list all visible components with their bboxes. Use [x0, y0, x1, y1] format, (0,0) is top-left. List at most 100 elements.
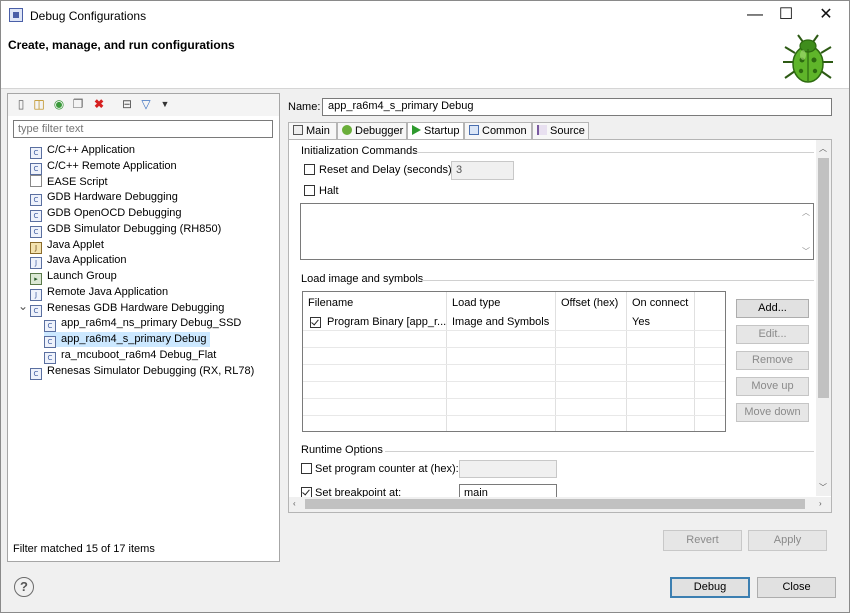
tree-item-label: Renesas Simulator Debugging (RX, RL78)	[47, 365, 255, 377]
reset-delay-input[interactable]: 3	[451, 161, 514, 180]
tree-item-label: EASE Script	[47, 176, 108, 188]
horizontal-scrollbar[interactable]: ‹ ›	[289, 497, 831, 512]
tree-item[interactable]: J Java Applet	[30, 238, 104, 254]
name-field[interactable]: app_ra6m4_s_primary Debug	[322, 98, 832, 116]
new-config-icon[interactable]: ▯	[14, 97, 28, 111]
textarea-scrollbar[interactable]: ︿ ﹀	[800, 205, 812, 258]
debug-button[interactable]: Debug	[670, 577, 750, 598]
tree-child-item[interactable]: Capp_ra6m4_ns_primary Debug_SSD	[44, 316, 241, 332]
tree-item[interactable]: C Renesas Simulator Debugging (RX, RL78)	[30, 364, 255, 380]
minimize-button[interactable]: —	[738, 3, 772, 27]
col-divider	[555, 292, 556, 431]
remote-java-icon: J	[30, 289, 42, 301]
tree-item[interactable]: C Renesas GDB Hardware Debugging	[30, 301, 225, 317]
filter-input[interactable]	[13, 120, 273, 138]
load-image-table: Filename Load type Offset (hex) On conne…	[302, 291, 726, 432]
config-tabs: Main Debugger Startup Common Source	[288, 122, 832, 141]
close-button[interactable]: Close	[757, 577, 836, 598]
tree-item[interactable]: J Remote Java Application	[30, 285, 168, 301]
column-filename[interactable]: Filename	[303, 292, 447, 314]
filter-icon[interactable]: ▽	[139, 97, 153, 111]
banner-title: Create, manage, and run configurations	[8, 38, 235, 52]
tab-label: Startup	[424, 125, 460, 137]
apply-button[interactable]: Apply	[748, 530, 827, 551]
scroll-up-arrow: ︿	[802, 208, 810, 217]
tree-child-item[interactable]: Capp_ra6m4_s_primary Debug	[44, 332, 210, 348]
chevron-down-icon[interactable]: ⌄	[18, 299, 28, 313]
tree-child-item[interactable]: Cra_mcuboot_ra6m4 Debug_Flat	[44, 348, 216, 364]
tab-common[interactable]: Common	[464, 122, 532, 139]
title-bar: Debug Configurations — ☐ ✕	[1, 1, 849, 31]
tree-item-label: Renesas GDB Hardware Debugging	[47, 302, 225, 314]
tree-item[interactable]: ▸ Launch Group	[30, 269, 117, 285]
row-enabled-checkbox[interactable]	[310, 317, 321, 328]
tree-item[interactable]: C GDB OpenOCD Debugging	[30, 206, 182, 222]
scroll-thumb[interactable]	[305, 499, 805, 509]
scroll-thumb[interactable]	[818, 158, 829, 398]
app-icon	[9, 8, 23, 22]
tab-debugger[interactable]: Debugger	[337, 122, 407, 139]
column-offset[interactable]: Offset (hex)	[556, 292, 627, 314]
row-divider	[303, 415, 725, 416]
export-config-icon[interactable]: ◉	[52, 97, 66, 111]
close-window-button[interactable]: ✕	[809, 3, 843, 27]
debugger-tab-icon	[342, 125, 352, 135]
help-icon[interactable]: ?	[14, 577, 34, 597]
column-on-connect[interactable]: On connect	[627, 292, 695, 314]
delete-config-icon[interactable]: ✖	[92, 97, 106, 111]
new-prototype-icon[interactable]: ◫	[32, 97, 46, 111]
tree-item-label: GDB OpenOCD Debugging	[47, 207, 182, 219]
scroll-down-arrow[interactable]: ﹀	[819, 482, 827, 493]
add-button[interactable]: Add...	[736, 299, 809, 318]
tree-item[interactable]: C GDB Hardware Debugging	[30, 190, 178, 206]
load-image-title: Load image and symbols	[301, 273, 424, 285]
duplicate-config-icon[interactable]: ❐	[71, 97, 85, 111]
c-launch-icon: C	[30, 163, 42, 175]
c-launch-icon: C	[30, 226, 42, 238]
scroll-up-arrow[interactable]: ︿	[819, 143, 827, 154]
halt-checkbox[interactable]	[304, 185, 315, 196]
collapse-all-icon[interactable]: ⊟	[120, 97, 134, 111]
init-commands-textarea[interactable]: ︿ ﹀	[300, 203, 814, 260]
tree-item[interactable]: EASE Script	[30, 175, 108, 190]
c-launch-icon: C	[44, 336, 56, 348]
header-banner: Create, manage, and run configurations	[1, 31, 849, 89]
tree-item[interactable]: C C/C++ Remote Application	[30, 159, 177, 175]
scroll-left-arrow[interactable]: ‹	[293, 499, 296, 508]
view-menu-icon[interactable]: ▼	[158, 97, 172, 111]
tree-item-label: C/C++ Application	[47, 144, 136, 156]
scroll-down-arrow: ﹀	[802, 247, 810, 256]
window-title: Debug Configurations	[30, 9, 147, 23]
ease-script-icon	[30, 175, 42, 187]
tab-label: Main	[306, 125, 330, 137]
vertical-scrollbar[interactable]: ︿ ﹀	[816, 140, 831, 496]
set-pc-input[interactable]	[459, 460, 557, 478]
move-down-button[interactable]: Move down	[736, 403, 809, 422]
java-app-icon: J	[30, 257, 42, 269]
startup-tab-icon	[412, 125, 421, 135]
c-launch-icon: C	[44, 320, 56, 332]
move-up-button[interactable]: Move up	[736, 377, 809, 396]
scroll-right-arrow[interactable]: ›	[819, 499, 822, 508]
tab-main[interactable]: Main	[288, 122, 337, 139]
cell-load-type: Image and Symbols	[452, 316, 550, 328]
col-divider	[626, 292, 627, 431]
tab-label: Debugger	[355, 125, 404, 137]
reset-delay-label: Reset and Delay (seconds):	[319, 164, 455, 176]
tree-item[interactable]: J Java Application	[30, 253, 127, 269]
maximize-button[interactable]: ☐	[769, 3, 803, 27]
reset-delay-checkbox[interactable]	[304, 164, 315, 175]
set-pc-checkbox[interactable]	[301, 463, 312, 474]
tree-item[interactable]: C C/C++ Application	[30, 143, 136, 159]
common-tab-icon	[469, 125, 479, 135]
tab-source[interactable]: Source	[532, 122, 589, 139]
main-tab-icon	[293, 125, 303, 135]
remove-button[interactable]: Remove	[736, 351, 809, 370]
revert-button[interactable]: Revert	[663, 530, 742, 551]
c-launch-icon: C	[30, 147, 42, 159]
tree-item[interactable]: C GDB Simulator Debugging (RH850)	[30, 222, 221, 238]
edit-button[interactable]: Edit...	[736, 325, 809, 344]
tree-toolbar: ▯ ◫ ◉ ❐ ✖ ⊟ ▽ ▼	[8, 94, 279, 116]
row-divider	[303, 364, 725, 365]
column-load-type[interactable]: Load type	[447, 292, 556, 314]
